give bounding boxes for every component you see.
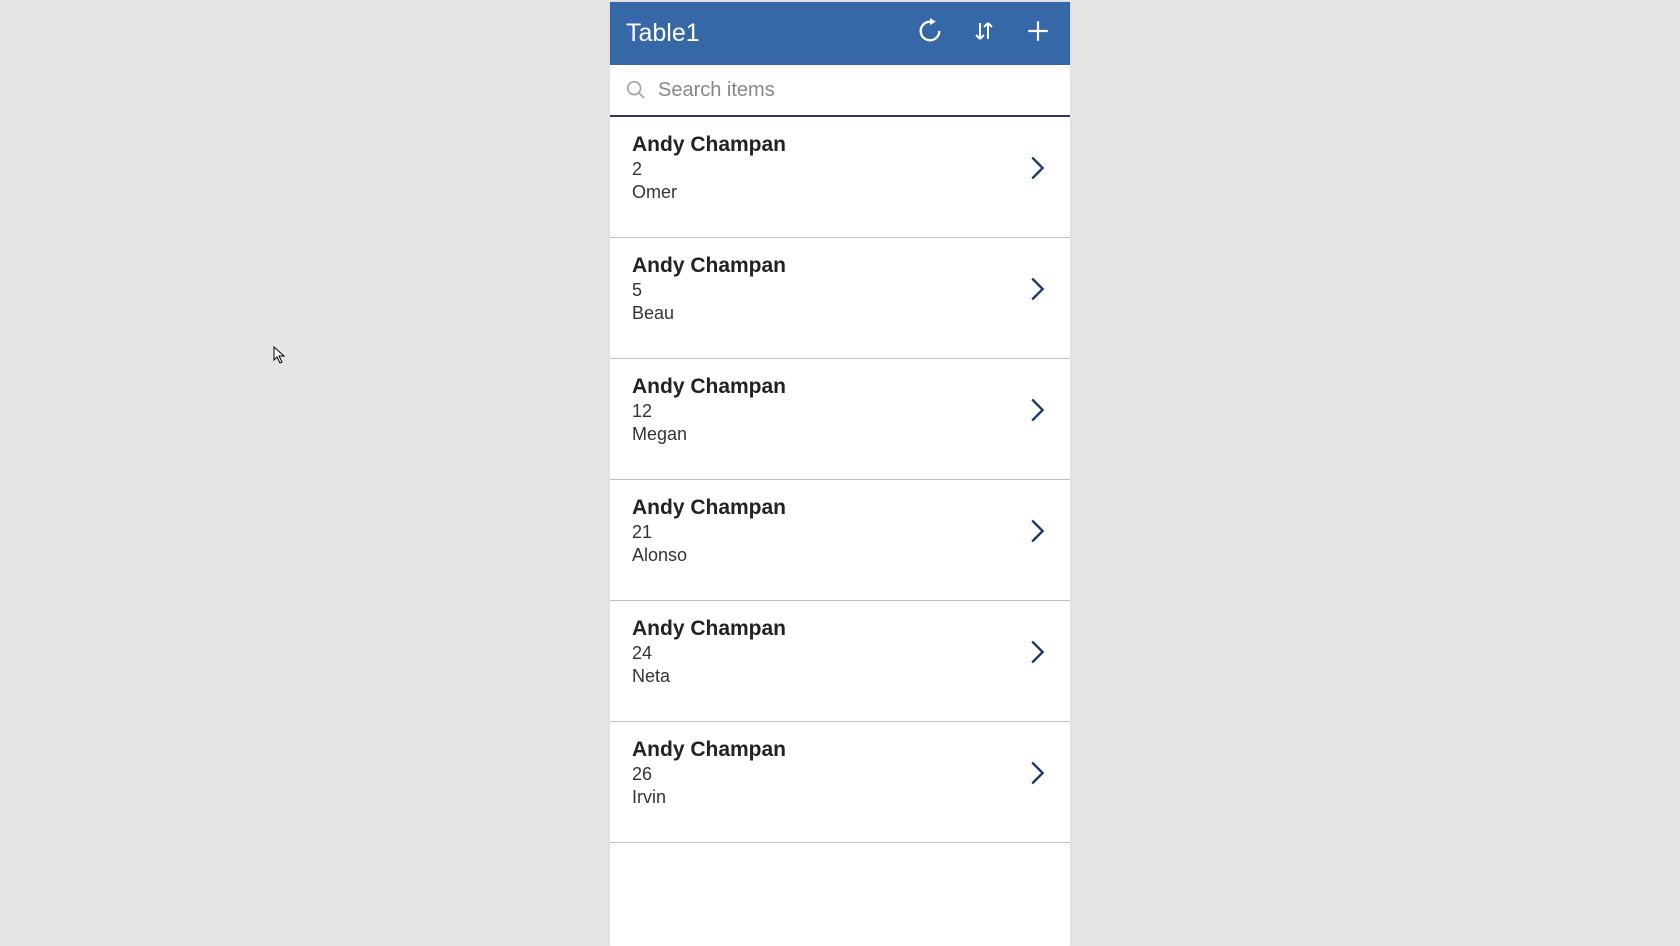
list-item[interactable]: Andy Champan21Alonso (610, 480, 1070, 601)
sort-button[interactable] (960, 10, 1008, 58)
list-item-content: Andy Champan26Irvin (632, 738, 1024, 808)
item-body: Irvin (632, 787, 1024, 808)
chevron-right-icon (1024, 759, 1052, 787)
list-item-content: Andy Champan12Megan (632, 375, 1024, 445)
app-header: Table1 (610, 2, 1070, 65)
item-title: Andy Champan (632, 254, 1024, 278)
list-item[interactable]: Andy Champan12Megan (610, 359, 1070, 480)
search-bar (610, 65, 1070, 117)
chevron-right-icon (1024, 154, 1052, 182)
list-item[interactable]: Andy Champan24Neta (610, 601, 1070, 722)
list-item[interactable]: Andy Champan5Beau (610, 238, 1070, 359)
item-subtitle: 2 (632, 159, 1024, 180)
chevron-right-icon (1024, 275, 1052, 303)
sort-icon (972, 17, 996, 50)
item-subtitle: 5 (632, 280, 1024, 301)
plus-icon (1025, 18, 1051, 49)
item-title: Andy Champan (632, 496, 1024, 520)
list-item[interactable]: Andy Champan2Omer (610, 117, 1070, 238)
item-body: Beau (632, 303, 1024, 324)
list-item-content: Andy Champan2Omer (632, 133, 1024, 203)
chevron-right-icon (1024, 517, 1052, 545)
item-body: Megan (632, 424, 1024, 445)
refresh-button[interactable] (906, 10, 954, 58)
item-subtitle: 26 (632, 764, 1024, 785)
list-item-content: Andy Champan21Alonso (632, 496, 1024, 566)
item-list[interactable]: Andy Champan2OmerAndy Champan5BeauAndy C… (610, 117, 1070, 946)
chevron-right-icon (1024, 396, 1052, 424)
item-subtitle: 21 (632, 522, 1024, 543)
cursor-icon (273, 346, 287, 369)
header-title: Table1 (626, 19, 900, 48)
item-subtitle: 12 (632, 401, 1024, 422)
list-item-content: Andy Champan5Beau (632, 254, 1024, 324)
chevron-right-icon (1024, 638, 1052, 666)
item-body: Neta (632, 666, 1024, 687)
search-input[interactable] (658, 79, 1056, 102)
item-subtitle: 24 (632, 643, 1024, 664)
item-title: Andy Champan (632, 375, 1024, 399)
search-icon (624, 78, 648, 102)
item-body: Alonso (632, 545, 1024, 566)
list-item[interactable]: Andy Champan26Irvin (610, 722, 1070, 843)
item-title: Andy Champan (632, 738, 1024, 762)
refresh-icon (916, 17, 944, 50)
item-title: Andy Champan (632, 617, 1024, 641)
list-item-content: Andy Champan24Neta (632, 617, 1024, 687)
add-button[interactable] (1014, 10, 1062, 58)
item-body: Omer (632, 182, 1024, 203)
item-title: Andy Champan (632, 133, 1024, 157)
app-frame: Table1 (610, 2, 1070, 946)
